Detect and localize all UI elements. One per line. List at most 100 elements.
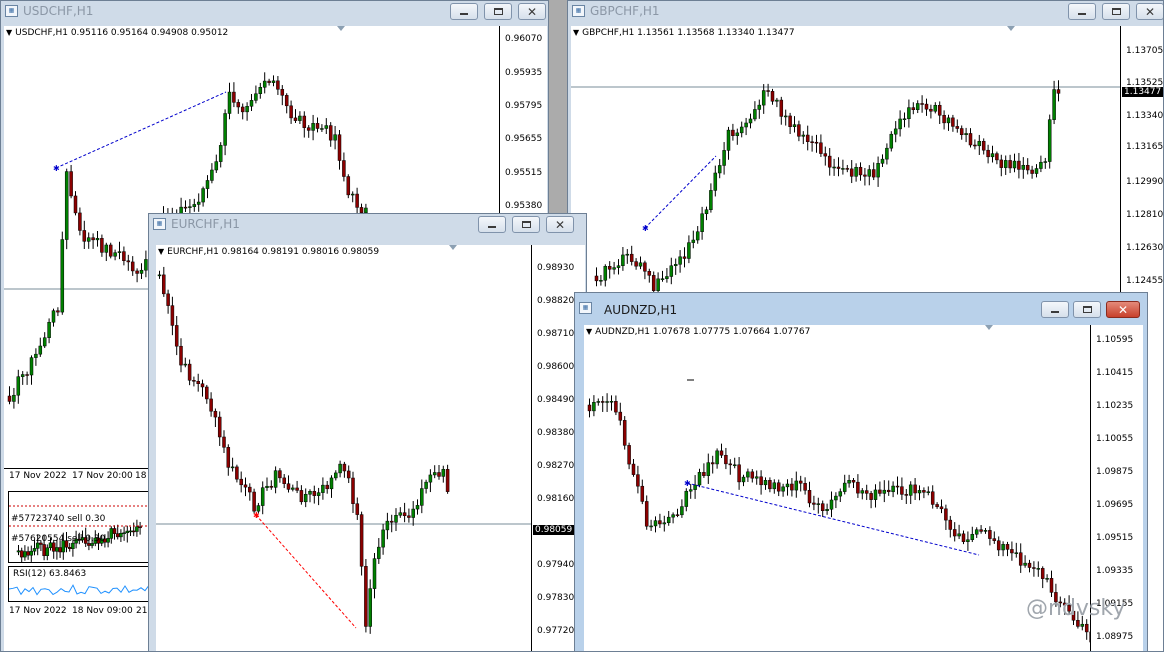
candle-body xyxy=(51,542,56,552)
candle-body xyxy=(731,129,735,136)
candle-body xyxy=(908,484,913,496)
trend-anchor-icon: ✱ xyxy=(253,511,260,520)
candle-body xyxy=(407,515,411,518)
maximize-button[interactable] xyxy=(484,3,512,20)
candle-body xyxy=(691,239,696,243)
chart-shift-marker xyxy=(985,325,993,330)
candle-body xyxy=(218,145,223,162)
price-label: 1.12630 xyxy=(1126,243,1164,253)
candle-body xyxy=(217,416,222,438)
maximize-button[interactable] xyxy=(1102,3,1130,20)
candle-body xyxy=(19,550,24,558)
candle-body xyxy=(1027,562,1032,568)
candle-body xyxy=(333,134,337,141)
close-button[interactable]: ✕ xyxy=(1136,3,1163,20)
minimize-button[interactable] xyxy=(1068,3,1096,20)
candle-body xyxy=(200,383,205,388)
candle-body xyxy=(232,91,236,103)
minimize-button[interactable] xyxy=(1041,301,1069,318)
candle-body xyxy=(1021,164,1026,170)
restore-icon xyxy=(493,8,503,15)
candle-body xyxy=(249,100,254,107)
candle-body xyxy=(223,113,227,146)
usdchf-titlebar[interactable]: ▦ USDCHF,H1 ✕ xyxy=(1,1,548,23)
price-label: 0.95795 xyxy=(505,101,543,111)
minimize-button[interactable] xyxy=(450,3,478,20)
eurchf-title: EURCHF,H1 xyxy=(171,217,240,231)
gbpchf-titlebar[interactable]: ▦ GBPCHF,H1 ✕ xyxy=(568,1,1163,23)
audnzd-titlebar[interactable]: ▦ AUDNZD,H1 ✕ xyxy=(575,293,1147,321)
price-label: 1.10055 xyxy=(1096,434,1134,444)
candle-body xyxy=(825,509,829,512)
close-button[interactable]: ✕ xyxy=(518,3,546,20)
candle-body xyxy=(1039,161,1043,169)
candle-body xyxy=(187,363,192,381)
candle-body xyxy=(726,129,731,151)
candle-body xyxy=(942,115,946,124)
candle-body xyxy=(1005,544,1010,550)
audnzd-chart-area[interactable]: ✱ ▼ AUDNZD,H1 1.07678 1.07775 1.07664 1.0… xyxy=(584,325,1091,651)
candle-body xyxy=(651,275,656,291)
price-label: 0.98930 xyxy=(537,263,575,273)
candle-body xyxy=(26,551,30,556)
candle-body xyxy=(744,122,748,128)
candle-body xyxy=(271,80,276,83)
candle-body xyxy=(992,538,997,541)
close-button[interactable]: ✕ xyxy=(1106,301,1140,318)
minimize-icon xyxy=(460,13,468,15)
candle-body xyxy=(86,237,91,242)
candle-body xyxy=(863,174,867,177)
price-label: 0.95515 xyxy=(505,168,543,178)
candle-body xyxy=(631,463,636,475)
candle-body xyxy=(753,109,757,120)
trend-anchor-icon: ✱ xyxy=(684,479,691,488)
candle-body xyxy=(757,104,762,110)
eurchf-window[interactable]: ▦ EURCHF,H1 ✕ ✱ ▼ EURCHF,H1 0.98164 0.981… xyxy=(148,213,587,652)
trend-line xyxy=(644,155,717,229)
candle-body xyxy=(678,256,682,265)
candle-body xyxy=(269,485,274,488)
candle-body xyxy=(990,153,995,158)
candle-body xyxy=(999,159,1004,168)
candle-body xyxy=(394,515,398,523)
candle-body xyxy=(7,395,12,402)
maximize-button[interactable] xyxy=(1073,301,1101,318)
candle-body xyxy=(966,539,970,542)
candle-body xyxy=(355,193,359,208)
candle-body xyxy=(311,123,315,131)
candle-body xyxy=(819,142,823,154)
candle-body xyxy=(785,483,790,488)
maximize-button[interactable] xyxy=(512,216,540,233)
candle-body xyxy=(873,489,878,500)
candle-body xyxy=(183,363,188,366)
candle-body xyxy=(239,478,243,486)
minimize-button[interactable] xyxy=(478,216,506,233)
candle-body xyxy=(722,150,726,166)
candle-body xyxy=(746,471,750,478)
candle-body xyxy=(700,213,704,232)
candle-body xyxy=(616,265,621,268)
candle-body xyxy=(122,532,126,535)
candle-body xyxy=(144,259,148,271)
price-label: 0.95655 xyxy=(505,134,543,144)
eurchf-titlebar[interactable]: ▦ EURCHF,H1 ✕ xyxy=(149,214,586,236)
candle-body xyxy=(342,463,347,472)
eurchf-ohlc-text: EURCHF,H1 0.98164 0.98191 0.98016 0.9805… xyxy=(167,247,380,257)
candle-body xyxy=(23,551,27,558)
candle-body xyxy=(638,262,643,267)
candle-body xyxy=(596,401,601,403)
candle-body xyxy=(986,149,990,158)
price-label: 0.95935 xyxy=(505,68,543,78)
eurchf-chart-area[interactable]: ✱ ▼ EURCHF,H1 0.98164 0.98191 0.98016 0.9… xyxy=(156,245,532,651)
candle-body xyxy=(605,401,609,403)
candle-body xyxy=(820,503,825,512)
candle-body xyxy=(1017,160,1021,170)
candle-body xyxy=(346,176,351,196)
candle-body xyxy=(838,491,843,497)
price-label: 1.10415 xyxy=(1096,368,1134,378)
trend-line xyxy=(686,482,980,556)
candle-body xyxy=(1030,169,1034,174)
close-button[interactable]: ✕ xyxy=(546,216,574,233)
restore-icon xyxy=(1111,8,1121,15)
price-label: 1.09875 xyxy=(1096,467,1134,477)
